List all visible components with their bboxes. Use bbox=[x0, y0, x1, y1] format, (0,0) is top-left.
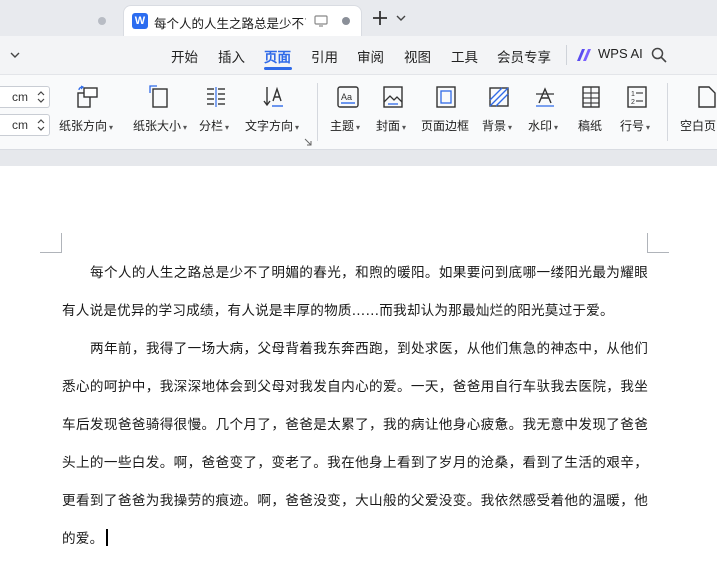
tab-list-chevron-down-icon[interactable] bbox=[396, 14, 406, 22]
columns-button[interactable]: 分栏 ▾ bbox=[199, 85, 237, 141]
page-setup-dialog-launcher-icon[interactable] bbox=[304, 138, 312, 146]
active-menu-underline bbox=[264, 67, 292, 70]
cover-icon bbox=[383, 86, 403, 108]
watermark-label: 水印 bbox=[528, 119, 553, 133]
svg-text:2: 2 bbox=[631, 99, 635, 106]
paper-orientation-icon bbox=[77, 85, 98, 108]
columns-icon bbox=[207, 87, 225, 107]
columns-label: 分栏 bbox=[199, 119, 224, 133]
menu-item-member[interactable]: 会员专享 bbox=[497, 46, 551, 66]
paragraph-2-text: 两年前，我得了一场大病，父母背着我东奔西跑，到处求医，从他们焦急的神态中，从他们… bbox=[62, 341, 648, 547]
paragraph-1[interactable]: 每个人的人生之路总是少不了明媚的春光，和煦的暖阳。如果要问到底哪一缕阳光最为耀眼… bbox=[62, 254, 648, 330]
paragraph-2[interactable]: 两年前，我得了一场大病，父母背着我东奔西跑，到处求医，从他们焦急的神态中，从他们… bbox=[62, 330, 648, 558]
tab-status-dot bbox=[98, 17, 106, 25]
paper-size-button[interactable]: 纸张大小 ▾ bbox=[133, 85, 195, 141]
text-direction-label: 文字方向 bbox=[245, 119, 294, 133]
stepper-arrows-icon[interactable] bbox=[36, 117, 46, 133]
blank-page-button[interactable]: 空白页 bbox=[680, 85, 717, 141]
document-canvas[interactable]: 每个人的人生之路总是少不了明媚的春光，和煦的暖阳。如果要问到底哪一缕阳光最为耀眼… bbox=[0, 150, 717, 566]
menu-item-page[interactable]: 页面 bbox=[264, 46, 291, 66]
paper-orientation-button[interactable]: 纸张方向 ▾ bbox=[59, 85, 121, 141]
unsaved-dot-icon[interactable] bbox=[342, 17, 350, 25]
ribbon-divider bbox=[317, 83, 318, 141]
unit-label: cm bbox=[12, 90, 28, 104]
manuscript-paper-label: 稿纸 bbox=[578, 119, 603, 133]
tab-bar: W 每个人的人生之路总是少不了明媚的春光，和煦的暖阳。 bbox=[0, 0, 717, 40]
svg-text:Aa: Aa bbox=[341, 92, 352, 102]
theme-icon: Aa bbox=[337, 86, 359, 108]
wps-ai-logo-icon bbox=[577, 49, 591, 61]
page-border-label: 页面边框 bbox=[421, 119, 470, 133]
cover-label: 封面 bbox=[376, 119, 401, 133]
page-border-button[interactable]: 页面边框 bbox=[421, 85, 471, 141]
line-number-icon: 1 2 bbox=[627, 86, 647, 108]
new-tab-plus-icon[interactable] bbox=[371, 9, 389, 27]
document-page[interactable]: 每个人的人生之路总是少不了明媚的春光，和煦的暖阳。如果要问到底哪一缕阳光最为耀眼… bbox=[0, 166, 717, 566]
blank-page-label: 空白页 bbox=[680, 119, 717, 133]
wps-ai-button[interactable]: WPS AI bbox=[598, 46, 643, 61]
tab-active-document[interactable]: W 每个人的人生之路总是少不了明媚的春光，和煦的暖阳。 bbox=[123, 5, 362, 36]
background-icon bbox=[489, 87, 509, 107]
blank-page-icon bbox=[698, 86, 716, 108]
tab-title: 每个人的人生之路总是少不了明媚的春光，和煦的暖阳。 bbox=[154, 16, 306, 31]
menu-item-review[interactable]: 审阅 bbox=[357, 46, 384, 66]
monitor-icon[interactable] bbox=[314, 15, 328, 27]
menu-item-references[interactable]: 引用 bbox=[311, 46, 338, 66]
watermark-icon bbox=[536, 87, 554, 107]
unit-label: cm bbox=[12, 118, 28, 132]
page-border-icon bbox=[436, 86, 456, 108]
menu-item-insert[interactable]: 插入 bbox=[218, 46, 245, 66]
menu-item-tools[interactable]: 工具 bbox=[451, 46, 478, 66]
menu-item-home[interactable]: 开始 bbox=[171, 46, 198, 66]
ribbon-divider bbox=[667, 83, 668, 141]
menu-bar: 开始 插入 页面 引用 审阅 视图 工具 会员专享 WPS AI bbox=[0, 36, 717, 74]
watermark-button[interactable]: 水印 ▾ bbox=[528, 85, 564, 141]
svg-text:1: 1 bbox=[631, 91, 635, 98]
background-button[interactable]: 背景 ▾ bbox=[482, 85, 518, 141]
menu-item-view[interactable]: 视图 bbox=[404, 46, 431, 66]
stepper-arrows-icon[interactable] bbox=[36, 89, 46, 105]
menu-collapse-chevron-down-icon[interactable] bbox=[10, 51, 20, 59]
margin-corner-mark-left bbox=[40, 233, 62, 253]
paper-size-icon bbox=[149, 85, 168, 108]
theme-button[interactable]: Aa 主题 ▾ bbox=[330, 85, 366, 141]
margin-stepper-bottom[interactable]: cm bbox=[0, 114, 50, 136]
search-icon[interactable] bbox=[651, 47, 667, 63]
ribbon-toolbar: cm cm 纸张方向 ▾ 纸张大小 ▾ 分栏 ▾ 文字方向 ▾ Aa 主题 ▾ … bbox=[0, 74, 717, 150]
margin-corner-mark-right bbox=[647, 233, 669, 253]
wps-writer-logo-icon: W bbox=[132, 13, 148, 29]
paper-orientation-label: 纸张方向 bbox=[59, 119, 108, 133]
margin-stepper-top[interactable]: cm bbox=[0, 86, 50, 108]
manuscript-paper-icon bbox=[582, 86, 600, 108]
text-direction-button[interactable]: 文字方向 ▾ bbox=[245, 85, 307, 141]
text-cursor bbox=[106, 529, 108, 546]
cover-button[interactable]: 封面 ▾ bbox=[376, 85, 412, 141]
text-direction-icon bbox=[263, 86, 283, 107]
line-number-label: 行号 bbox=[620, 119, 645, 133]
line-number-button[interactable]: 1 2 行号 ▾ bbox=[620, 85, 656, 141]
paper-size-label: 纸张大小 bbox=[133, 119, 182, 133]
menu-divider bbox=[566, 45, 567, 65]
tab-previous[interactable] bbox=[0, 6, 120, 36]
manuscript-paper-button[interactable]: 稿纸 bbox=[578, 85, 604, 141]
theme-label: 主题 bbox=[330, 119, 355, 133]
background-label: 背景 bbox=[482, 119, 507, 133]
